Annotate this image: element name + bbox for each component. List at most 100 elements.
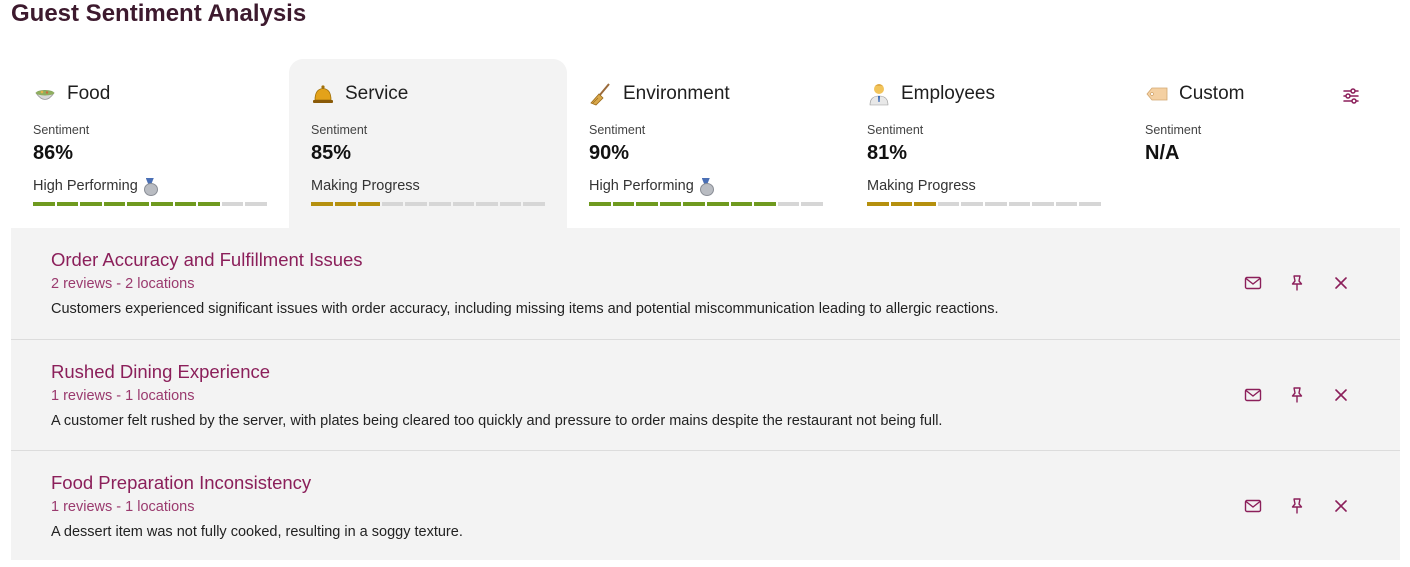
category-card-custom[interactable]: Custom Sentiment N/A [1123, 59, 1401, 229]
insight-item[interactable]: Order Accuracy and Fulfillment Issues 2 … [11, 228, 1400, 339]
card-name: Employees [901, 83, 995, 104]
card-header: Service [311, 81, 408, 107]
progress-segment [683, 202, 705, 206]
status-label: High Performing [589, 178, 714, 196]
status-label: Making Progress [867, 178, 976, 194]
progress-segment [777, 202, 800, 206]
sentiment-value: 85% [311, 142, 352, 164]
insights-list: Order Accuracy and Fulfillment Issues 2 … [11, 228, 1400, 560]
close-icon[interactable] [1331, 496, 1351, 516]
insight-actions [1243, 496, 1351, 516]
pin-icon[interactable] [1287, 273, 1307, 293]
progress-segment [1008, 202, 1031, 206]
pin-icon[interactable] [1287, 496, 1307, 516]
bell-icon [311, 82, 335, 106]
progress-segment [358, 202, 380, 206]
mail-icon[interactable] [1243, 496, 1263, 516]
progress-segment [405, 202, 427, 206]
progress-segment [174, 202, 197, 206]
category-card-food[interactable]: Food Sentiment 86% High Performing [11, 59, 289, 229]
status-text: High Performing [589, 178, 694, 194]
progress-segment [867, 202, 889, 206]
insight-meta[interactable]: 1 reviews - 1 locations [51, 499, 194, 515]
progress-segment [801, 202, 823, 206]
card-header: Food [33, 81, 110, 107]
progress-segment [636, 202, 658, 206]
progress-segment [984, 202, 1007, 206]
progress-segment [150, 202, 173, 206]
sentiment-label: Sentiment [33, 123, 90, 137]
insight-description: A customer felt rushed by the server, wi… [51, 413, 943, 429]
sentiment-label: Sentiment [589, 123, 646, 137]
progress-segment [452, 202, 475, 206]
progress-segment [730, 202, 753, 206]
card-name: Service [345, 83, 409, 104]
sentiment-value: 86% [33, 142, 74, 164]
medal-icon [143, 178, 158, 196]
progress-segment [103, 202, 126, 206]
progress-segment [428, 202, 451, 206]
progress-segment [198, 202, 220, 206]
progress-segment [56, 202, 79, 206]
sentiment-label: Sentiment [1145, 123, 1202, 137]
insight-actions [1243, 385, 1351, 405]
sentiment-value: 90% [589, 142, 630, 164]
progress-segment [80, 202, 102, 206]
progress-segment [937, 202, 960, 206]
progress-segment [1032, 202, 1054, 206]
progress-bar [867, 202, 1101, 206]
category-card-employees[interactable]: Employees Sentiment 81% Making Progress [845, 59, 1123, 229]
insight-title[interactable]: Order Accuracy and Fulfillment Issues [51, 249, 363, 271]
card-name: Environment [623, 83, 730, 104]
medal-icon [699, 178, 714, 196]
progress-segment [499, 202, 522, 206]
mail-icon[interactable] [1243, 273, 1263, 293]
progress-bar [33, 202, 267, 206]
close-icon[interactable] [1331, 385, 1351, 405]
employee-icon [867, 82, 891, 106]
insight-item[interactable]: Food Preparation Inconsistency 1 reviews… [11, 450, 1400, 561]
progress-segment [1055, 202, 1078, 206]
status-text: Making Progress [867, 178, 976, 194]
progress-segment [1079, 202, 1101, 206]
progress-segment [245, 202, 267, 206]
page-title: Guest Sentiment Analysis [11, 0, 307, 27]
insight-title[interactable]: Food Preparation Inconsistency [51, 472, 311, 494]
progress-segment [961, 202, 983, 206]
progress-segment [381, 202, 404, 206]
progress-bar [311, 202, 545, 206]
insight-title[interactable]: Rushed Dining Experience [51, 361, 270, 383]
insight-item[interactable]: Rushed Dining Experience 1 reviews - 1 l… [11, 339, 1400, 450]
progress-segment [523, 202, 545, 206]
filter-settings-icon[interactable] [1341, 86, 1361, 106]
card-header: Employees [867, 81, 995, 107]
pin-icon[interactable] [1287, 385, 1307, 405]
status-text: High Performing [33, 178, 138, 194]
card-name: Food [67, 83, 111, 104]
insight-meta[interactable]: 2 reviews - 2 locations [51, 276, 194, 292]
insight-meta[interactable]: 1 reviews - 1 locations [51, 388, 194, 404]
sentiment-label: Sentiment [311, 123, 368, 137]
category-cards: Food Sentiment 86% High Performing Servi… [11, 59, 1400, 229]
card-name: Custom [1179, 83, 1245, 104]
progress-segment [914, 202, 936, 206]
progress-segment [221, 202, 244, 206]
category-card-service[interactable]: Service Sentiment 85% Making Progress [289, 59, 567, 229]
progress-segment [476, 202, 498, 206]
close-icon[interactable] [1331, 273, 1351, 293]
status-text: Making Progress [311, 178, 420, 194]
progress-segment [706, 202, 729, 206]
progress-segment [659, 202, 682, 206]
bowl-icon [33, 82, 57, 106]
card-header: Custom [1145, 81, 1244, 107]
mail-icon[interactable] [1243, 385, 1263, 405]
status-label: Making Progress [311, 178, 420, 194]
sentiment-value: 81% [867, 142, 908, 164]
status-label: High Performing [33, 178, 158, 196]
progress-segment [33, 202, 55, 206]
progress-segment [589, 202, 611, 206]
insight-actions [1243, 273, 1351, 293]
category-card-environment[interactable]: Environment Sentiment 90% High Performin… [567, 59, 845, 229]
sentiment-value: N/A [1145, 142, 1180, 164]
progress-segment [127, 202, 149, 206]
